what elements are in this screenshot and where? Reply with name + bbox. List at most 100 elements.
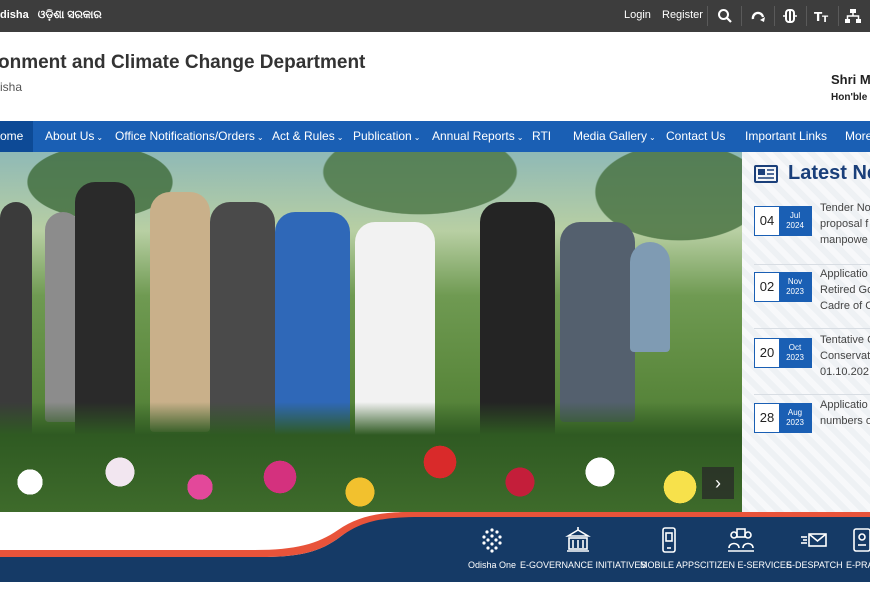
chevron-down-icon: ⌄ — [649, 133, 656, 142]
news-divider — [754, 328, 870, 329]
envelope-icon — [801, 533, 827, 547]
contrast-icon[interactable] — [775, 0, 805, 32]
search-icon[interactable] — [710, 0, 740, 32]
news-line: Applicatio — [820, 399, 868, 411]
nav-item-annual-reports[interactable]: Annual Reports ⌄ — [432, 121, 523, 152]
nav-item-media-gallery[interactable]: Media Gallery ⌄ — [573, 121, 656, 152]
nav-item-act-rules[interactable]: Act & Rules ⌄ — [272, 121, 343, 152]
news-line: Tender No — [820, 202, 870, 214]
nav-item-important-links[interactable]: Important Links — [745, 121, 827, 152]
nav-item-contact-us[interactable]: Contact Us — [666, 121, 725, 152]
news-date-badge: 02 Nov 2023 — [754, 272, 812, 302]
nav-item-label: Annual Reports — [432, 129, 515, 143]
news-line: numbers o — [820, 415, 870, 427]
news-year: 2023 — [786, 418, 804, 427]
quick-link-mobile-apps[interactable]: MOBILE APPS — [640, 526, 701, 570]
quick-link-label: E-PRA — [846, 560, 870, 570]
quick-link-e-governance[interactable]: E-GOVERNANCE INITIATIVES — [520, 526, 647, 570]
slider-next-button[interactable]: › — [702, 467, 734, 499]
quick-link-e-despatch[interactable]: E-DESPATCH — [786, 526, 843, 570]
register-link[interactable]: Register — [662, 9, 703, 21]
latest-news-panel: Latest Ne 04 Jul 2024 Tender No proposal … — [742, 152, 870, 512]
quick-link-citizen-e-services[interactable]: CITIZEN E-SERVICES — [700, 526, 792, 570]
quick-link-e-pra[interactable]: E-PRA — [846, 526, 870, 570]
nav-item-more[interactable]: More — [845, 121, 870, 152]
nav-item-label: More — [845, 129, 870, 143]
nav-item-about-us[interactable]: About Us ⌄ — [45, 121, 103, 152]
text-size-icon[interactable]: TT — [807, 0, 837, 32]
news-divider — [754, 264, 870, 265]
nav-item-label: Publication — [353, 129, 412, 143]
news-day: 28 — [759, 410, 775, 425]
site-header: onment and Climate Change Department ish… — [0, 32, 870, 121]
citizen-icon — [728, 528, 754, 552]
news-month-year: Nov 2023 — [779, 273, 811, 301]
chevron-down-icon: ⌄ — [96, 133, 104, 142]
building-icon — [565, 527, 591, 552]
quick-link-label: MOBILE APPS — [640, 560, 701, 570]
svg-text:T: T — [822, 15, 829, 24]
nav-item-label: Media Gallery — [573, 129, 648, 143]
nav-item-home[interactable]: ome — [0, 121, 33, 152]
chevron-down-icon: ⌄ — [336, 133, 344, 142]
quick-link-label: E-GOVERNANCE INITIATIVES — [520, 560, 647, 570]
nav-item-label: Office Notifications/Orders — [115, 129, 255, 143]
quick-link-odisha-one[interactable]: Odisha One — [466, 526, 518, 570]
nav-item-label: ome — [0, 129, 24, 143]
news-month: Oct — [788, 343, 802, 352]
news-day: 20 — [759, 345, 775, 360]
latest-news-header: Latest Ne — [754, 162, 870, 185]
news-month: Aug — [787, 408, 803, 417]
news-line: Applicatio — [820, 268, 868, 280]
government-label-or: ଓଡ଼ିଶା ସରକାର — [37, 9, 102, 21]
news-day: 04 — [759, 213, 775, 228]
nav-item-label: Important Links — [745, 129, 828, 143]
nav-item-label: RTI — [532, 129, 552, 143]
news-line: Retired Go — [820, 284, 870, 296]
divider — [741, 6, 742, 26]
news-month: Nov — [787, 277, 803, 286]
login-link[interactable]: Login — [624, 9, 651, 21]
news-line: Tentative C — [820, 334, 870, 346]
hero-slider[interactable]: › — [0, 152, 742, 512]
news-line: manpowe — [820, 234, 868, 246]
nav-item-publication[interactable]: Publication ⌄ — [353, 121, 420, 152]
news-month-year: Jul 2024 — [779, 207, 811, 235]
news-text[interactable]: Applicatio Retired Go Cadre of C — [820, 266, 870, 314]
chevron-down-icon: ⌄ — [516, 133, 524, 142]
government-label[interactable]: disha ଓଡ଼ିଶା ସରକାର — [0, 9, 108, 22]
top-utility-bar: disha ଓଡ଼ିଶା ସରକାର Login Register TT — [0, 0, 870, 32]
news-year: 2024 — [786, 221, 804, 230]
news-text[interactable]: Tender No proposal f manpowe — [820, 200, 870, 248]
chevron-down-icon: ⌄ — [413, 133, 421, 142]
refresh-icon[interactable] — [743, 0, 773, 32]
newspaper-icon — [754, 164, 778, 183]
minister-name: Shri M — [831, 72, 870, 87]
news-date-badge: 20 Oct 2023 — [754, 338, 812, 368]
minister-title: Hon'ble — [831, 92, 868, 103]
nav-item-label: About Us — [45, 129, 95, 143]
odisha-one-icon — [482, 528, 502, 553]
quick-link-label: E-DESPATCH — [786, 560, 843, 570]
divider — [707, 6, 708, 26]
latest-news-title: Latest Ne — [788, 162, 870, 184]
nav-item-office-notifications[interactable]: Office Notifications/Orders ⌄ — [115, 121, 264, 152]
nav-item-rti[interactable]: RTI — [532, 121, 551, 152]
news-divider — [754, 394, 870, 395]
sitemap-icon[interactable] — [838, 0, 868, 32]
news-month-year: Oct 2023 — [779, 339, 811, 367]
mobile-icon — [662, 527, 676, 553]
document-icon — [853, 528, 870, 552]
government-label-en: disha — [0, 9, 29, 21]
main-navigation: ome About Us ⌄ Office Notifications/Order… — [0, 121, 870, 152]
news-line: Conservat — [820, 350, 870, 362]
news-year: 2023 — [786, 287, 804, 296]
nav-item-label: Act & Rules — [272, 129, 335, 143]
news-text[interactable]: Applicatio numbers o — [820, 397, 870, 429]
slider-image-flowers — [0, 402, 742, 512]
quick-links-bar: Odisha One E-GOVERNANCE INITIATIVES MOBI… — [0, 512, 870, 582]
department-title[interactable]: onment and Climate Change Department — [0, 52, 365, 74]
department-subtitle: isha — [0, 80, 23, 94]
news-text[interactable]: Tentative C Conservat 01.10.202 — [820, 332, 870, 380]
news-day: 02 — [759, 279, 775, 294]
